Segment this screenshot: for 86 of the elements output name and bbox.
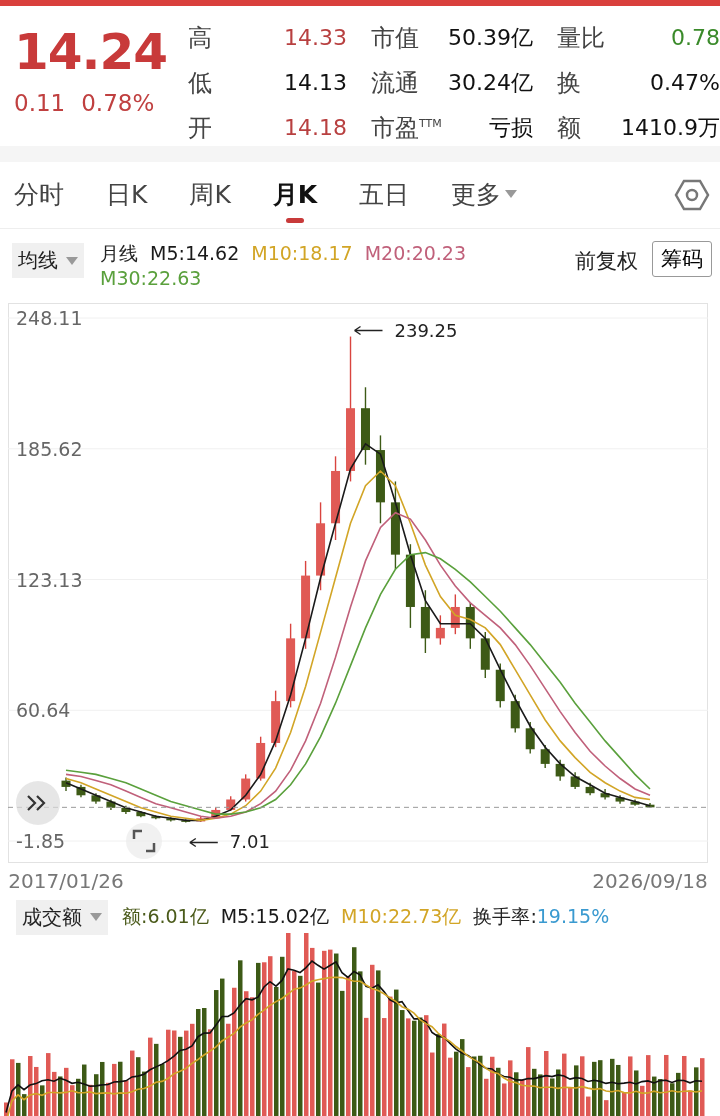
price-change: 0.11 (14, 90, 66, 116)
candlestick (61, 776, 71, 792)
quote-value: 亏损 (489, 114, 533, 143)
extreme-label: 239.25 (394, 319, 458, 341)
candlestick (525, 721, 535, 755)
expand-button[interactable] (16, 781, 60, 825)
candlestick (495, 662, 505, 709)
period-tab[interactable]: 日K (106, 167, 148, 223)
moving-average-value: M10:18.17 (251, 241, 353, 266)
candlestick (600, 788, 610, 801)
volume-value: M10:22.73亿 (341, 904, 462, 929)
indicator-dropdown[interactable]: 均线 (12, 243, 84, 278)
period-label: 月线 (100, 241, 138, 266)
axis-label: 185.62 (16, 437, 83, 460)
quote-label: 市盈$^{TTM}$ (371, 113, 442, 145)
quote-value: 14.13 (284, 69, 347, 97)
candlestick (256, 736, 266, 782)
candlestick (166, 816, 176, 823)
caret-icon (505, 190, 518, 198)
quote-label: 额 (557, 113, 581, 145)
candlestick (540, 744, 550, 769)
volume-value: 额:6.01亿 (122, 904, 209, 929)
arrow-icon (189, 837, 219, 848)
candlestick (151, 814, 161, 821)
candlestick (76, 784, 86, 799)
quote-label: 高 (188, 22, 212, 54)
quote-label: 量比 (557, 22, 605, 54)
candlestick (435, 614, 445, 646)
quote-value: 1410.9万 (621, 114, 720, 143)
quote-value: 50.39亿 (448, 23, 533, 52)
axis-label: 248.11 (16, 307, 83, 329)
date-label: 2026/09/18 (592, 869, 708, 893)
period-tab[interactable]: 五日 (359, 167, 410, 223)
extreme-label: 7.01 (229, 831, 270, 853)
turnover-rate: 换手率:19.15% (473, 904, 610, 929)
arrow-icon (353, 325, 384, 336)
moving-average-value: M20:20.23 (364, 241, 467, 266)
quote-value: 14.33 (284, 23, 347, 52)
period-tab[interactable]: 分时 (14, 167, 64, 223)
candlestick (181, 818, 191, 824)
candlestick (136, 810, 146, 818)
candlestick (121, 805, 131, 815)
quote-value: 0.47% (650, 69, 720, 97)
candlestick (615, 794, 625, 805)
candlestick (271, 689, 281, 748)
volume-value: M5:15.02亿 (220, 904, 329, 929)
candlestick (570, 771, 580, 790)
candlestick (420, 589, 430, 654)
quote-value: 14.18 (284, 114, 347, 143)
quote-label: 低 (188, 68, 212, 99)
candlestick (106, 798, 116, 811)
last-price: 14.24 (14, 22, 169, 83)
candlestick (226, 795, 236, 812)
chips-button[interactable]: 筹码 (652, 241, 712, 277)
candlestick (510, 694, 520, 734)
axis-label: -1.85 (16, 830, 66, 852)
quote-label: 开 (188, 113, 212, 145)
candlestick (480, 631, 490, 679)
period-tab[interactable]: 周K (189, 167, 231, 223)
axis-label: 123.13 (16, 568, 83, 591)
fullscreen-icon[interactable] (126, 823, 162, 859)
change-percent: 0.78% (81, 90, 155, 116)
candlestick (450, 593, 460, 635)
candlestick (465, 602, 475, 650)
quote-value: 30.24亿 (448, 69, 533, 97)
settings-icon[interactable] (674, 177, 710, 213)
candlestick (645, 802, 655, 809)
period-tab[interactable]: 月K (272, 167, 318, 223)
candlestick (241, 773, 251, 803)
moving-average-value: M30:22.63 (100, 266, 202, 291)
adjust-label[interactable]: 前复权 (575, 247, 638, 275)
quote-label: 流通 (371, 68, 419, 99)
date-label: 2017/01/26 (8, 869, 124, 893)
candlestick (630, 798, 640, 807)
quote-label: 换 (557, 68, 581, 99)
volume-dropdown[interactable]: 成交额 (16, 899, 108, 935)
period-tab[interactable]: 更多 (451, 167, 518, 223)
candlestick (555, 759, 565, 782)
candlestick (196, 815, 206, 823)
quote-label: 市值 (371, 22, 419, 54)
candlestick (585, 782, 595, 796)
axis-label: 60.64 (16, 699, 71, 722)
candlestick (211, 807, 221, 820)
candlestick (91, 792, 101, 805)
moving-average-value: M5:14.62 (150, 241, 240, 266)
quote-value: 0.78 (671, 23, 720, 52)
